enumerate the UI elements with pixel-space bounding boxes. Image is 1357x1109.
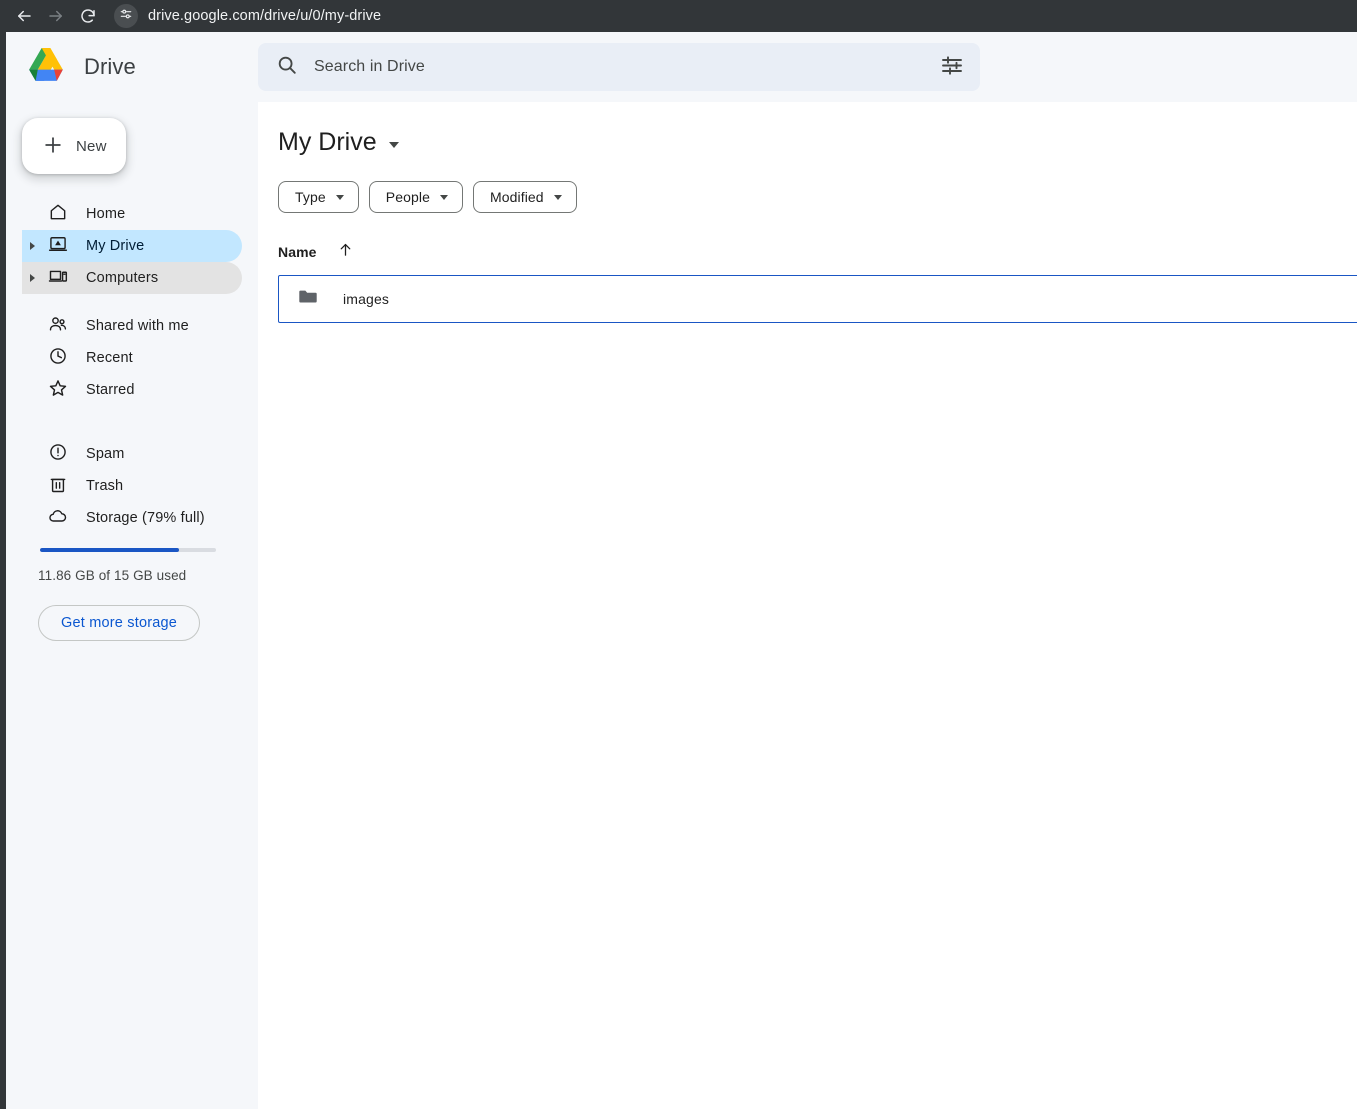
sidebar-item-label: Computers <box>86 270 159 286</box>
storage-progress-bar <box>40 548 216 552</box>
sidebar-item-label: Storage (79% full) <box>86 510 205 526</box>
site-settings-button[interactable] <box>114 4 138 28</box>
sidebar-item-label: Spam <box>86 446 125 462</box>
filter-chip-type[interactable]: Type <box>278 181 359 213</box>
sidebar-item-shared-with-me[interactable]: Shared with me <box>22 310 242 342</box>
search-input[interactable]: Search in Drive <box>314 58 924 76</box>
table-row[interactable]: images <box>278 275 1357 323</box>
nav-divider-gap <box>6 422 258 438</box>
nav-divider-gap <box>6 406 258 422</box>
app-name: Drive <box>84 54 136 79</box>
sidebar-item-label: My Drive <box>86 238 145 254</box>
folder-icon <box>297 286 319 313</box>
drive-app-window: drive.google.com/drive/u/0/my-drive Driv… <box>0 0 1357 1109</box>
filter-chip-label: People <box>385 189 430 205</box>
new-button-label: New <box>76 137 107 155</box>
forward-button[interactable] <box>42 2 70 30</box>
sidebar-item-spam[interactable]: Spam <box>22 438 242 470</box>
column-header-row: Name <box>278 241 1357 263</box>
sidebar: New Home My Drive Computers Shared with … <box>6 102 258 1109</box>
sidebar-item-my-drive[interactable]: My Drive <box>22 230 242 262</box>
column-header-name[interactable]: Name <box>278 244 317 260</box>
nav-divider-gap <box>6 294 258 310</box>
google-drive-logo <box>28 48 70 86</box>
chevron-down-icon <box>439 194 448 200</box>
address-bar[interactable]: drive.google.com/drive/u/0/my-drive <box>114 2 1357 30</box>
trash-icon <box>48 474 68 498</box>
sidebar-item-label: Trash <box>86 478 124 494</box>
search-bar[interactable]: Search in Drive <box>258 43 980 91</box>
drive-brand[interactable]: Drive <box>6 48 258 86</box>
sidebar-item-label: Shared with me <box>86 318 189 334</box>
site-settings-icon <box>119 7 133 26</box>
back-button[interactable] <box>10 2 38 30</box>
sidebar-item-label: Home <box>86 206 126 222</box>
browser-toolbar: drive.google.com/drive/u/0/my-drive <box>0 0 1357 32</box>
filter-chip-modified[interactable]: Modified <box>472 181 577 213</box>
get-more-storage-button[interactable]: Get more storage <box>38 605 201 641</box>
url-text: drive.google.com/drive/u/0/my-drive <box>148 8 382 24</box>
search-icon <box>276 54 298 81</box>
sidebar-item-label: Recent <box>86 350 133 366</box>
sidebar-nav: Home My Drive Computers Shared with me R… <box>6 198 258 641</box>
people-icon <box>48 314 68 338</box>
storage-progress-fill <box>40 548 180 552</box>
sidebar-item-trash[interactable]: Trash <box>22 470 242 502</box>
filter-chip-label: Type <box>295 189 326 205</box>
clock-icon <box>48 346 68 370</box>
expand-caret-icon[interactable] <box>30 274 35 282</box>
computer-icon <box>48 266 68 290</box>
my-drive-icon <box>48 234 68 258</box>
reload-button[interactable] <box>74 2 102 30</box>
sidebar-item-home[interactable]: Home <box>22 198 242 230</box>
chevron-down-icon <box>335 194 344 200</box>
spam-icon <box>48 442 68 466</box>
arrow-right-icon <box>47 7 65 25</box>
star-icon <box>48 378 68 402</box>
cloud-icon <box>48 506 68 530</box>
main-content: My Drive Type People Modified Name image… <box>258 102 1357 1109</box>
tune-icon[interactable] <box>940 53 964 82</box>
filter-chips-row: Type People Modified <box>278 181 1357 213</box>
file-name: images <box>343 291 390 307</box>
sidebar-item-recent[interactable]: Recent <box>22 342 242 374</box>
new-button[interactable]: New <box>22 118 126 174</box>
storage-usage-text: 11.86 GB of 15 GB used <box>38 568 187 583</box>
expand-caret-icon[interactable] <box>30 242 35 250</box>
sidebar-item-starred[interactable]: Starred <box>22 374 242 406</box>
plus-icon <box>42 134 64 159</box>
page-title-row: My Drive <box>278 128 1357 157</box>
drive-header: Drive Search in Drive <box>6 32 1357 102</box>
chevron-down-icon[interactable] <box>388 141 399 148</box>
sidebar-item-storage[interactable]: Storage (79% full) <box>22 502 242 534</box>
page-title: My Drive <box>278 128 377 156</box>
sidebar-item-computers[interactable]: Computers <box>22 262 242 294</box>
reload-icon <box>79 7 97 25</box>
filter-chip-label: Modified <box>489 189 544 205</box>
arrow-up-icon[interactable] <box>337 241 354 263</box>
chevron-down-icon <box>553 194 562 200</box>
home-icon <box>48 202 68 226</box>
arrow-left-icon <box>15 7 33 25</box>
filter-chip-people[interactable]: People <box>368 181 463 213</box>
sidebar-item-label: Starred <box>86 382 135 398</box>
storage-block: 11.86 GB of 15 GB used Get more storage <box>6 548 258 641</box>
